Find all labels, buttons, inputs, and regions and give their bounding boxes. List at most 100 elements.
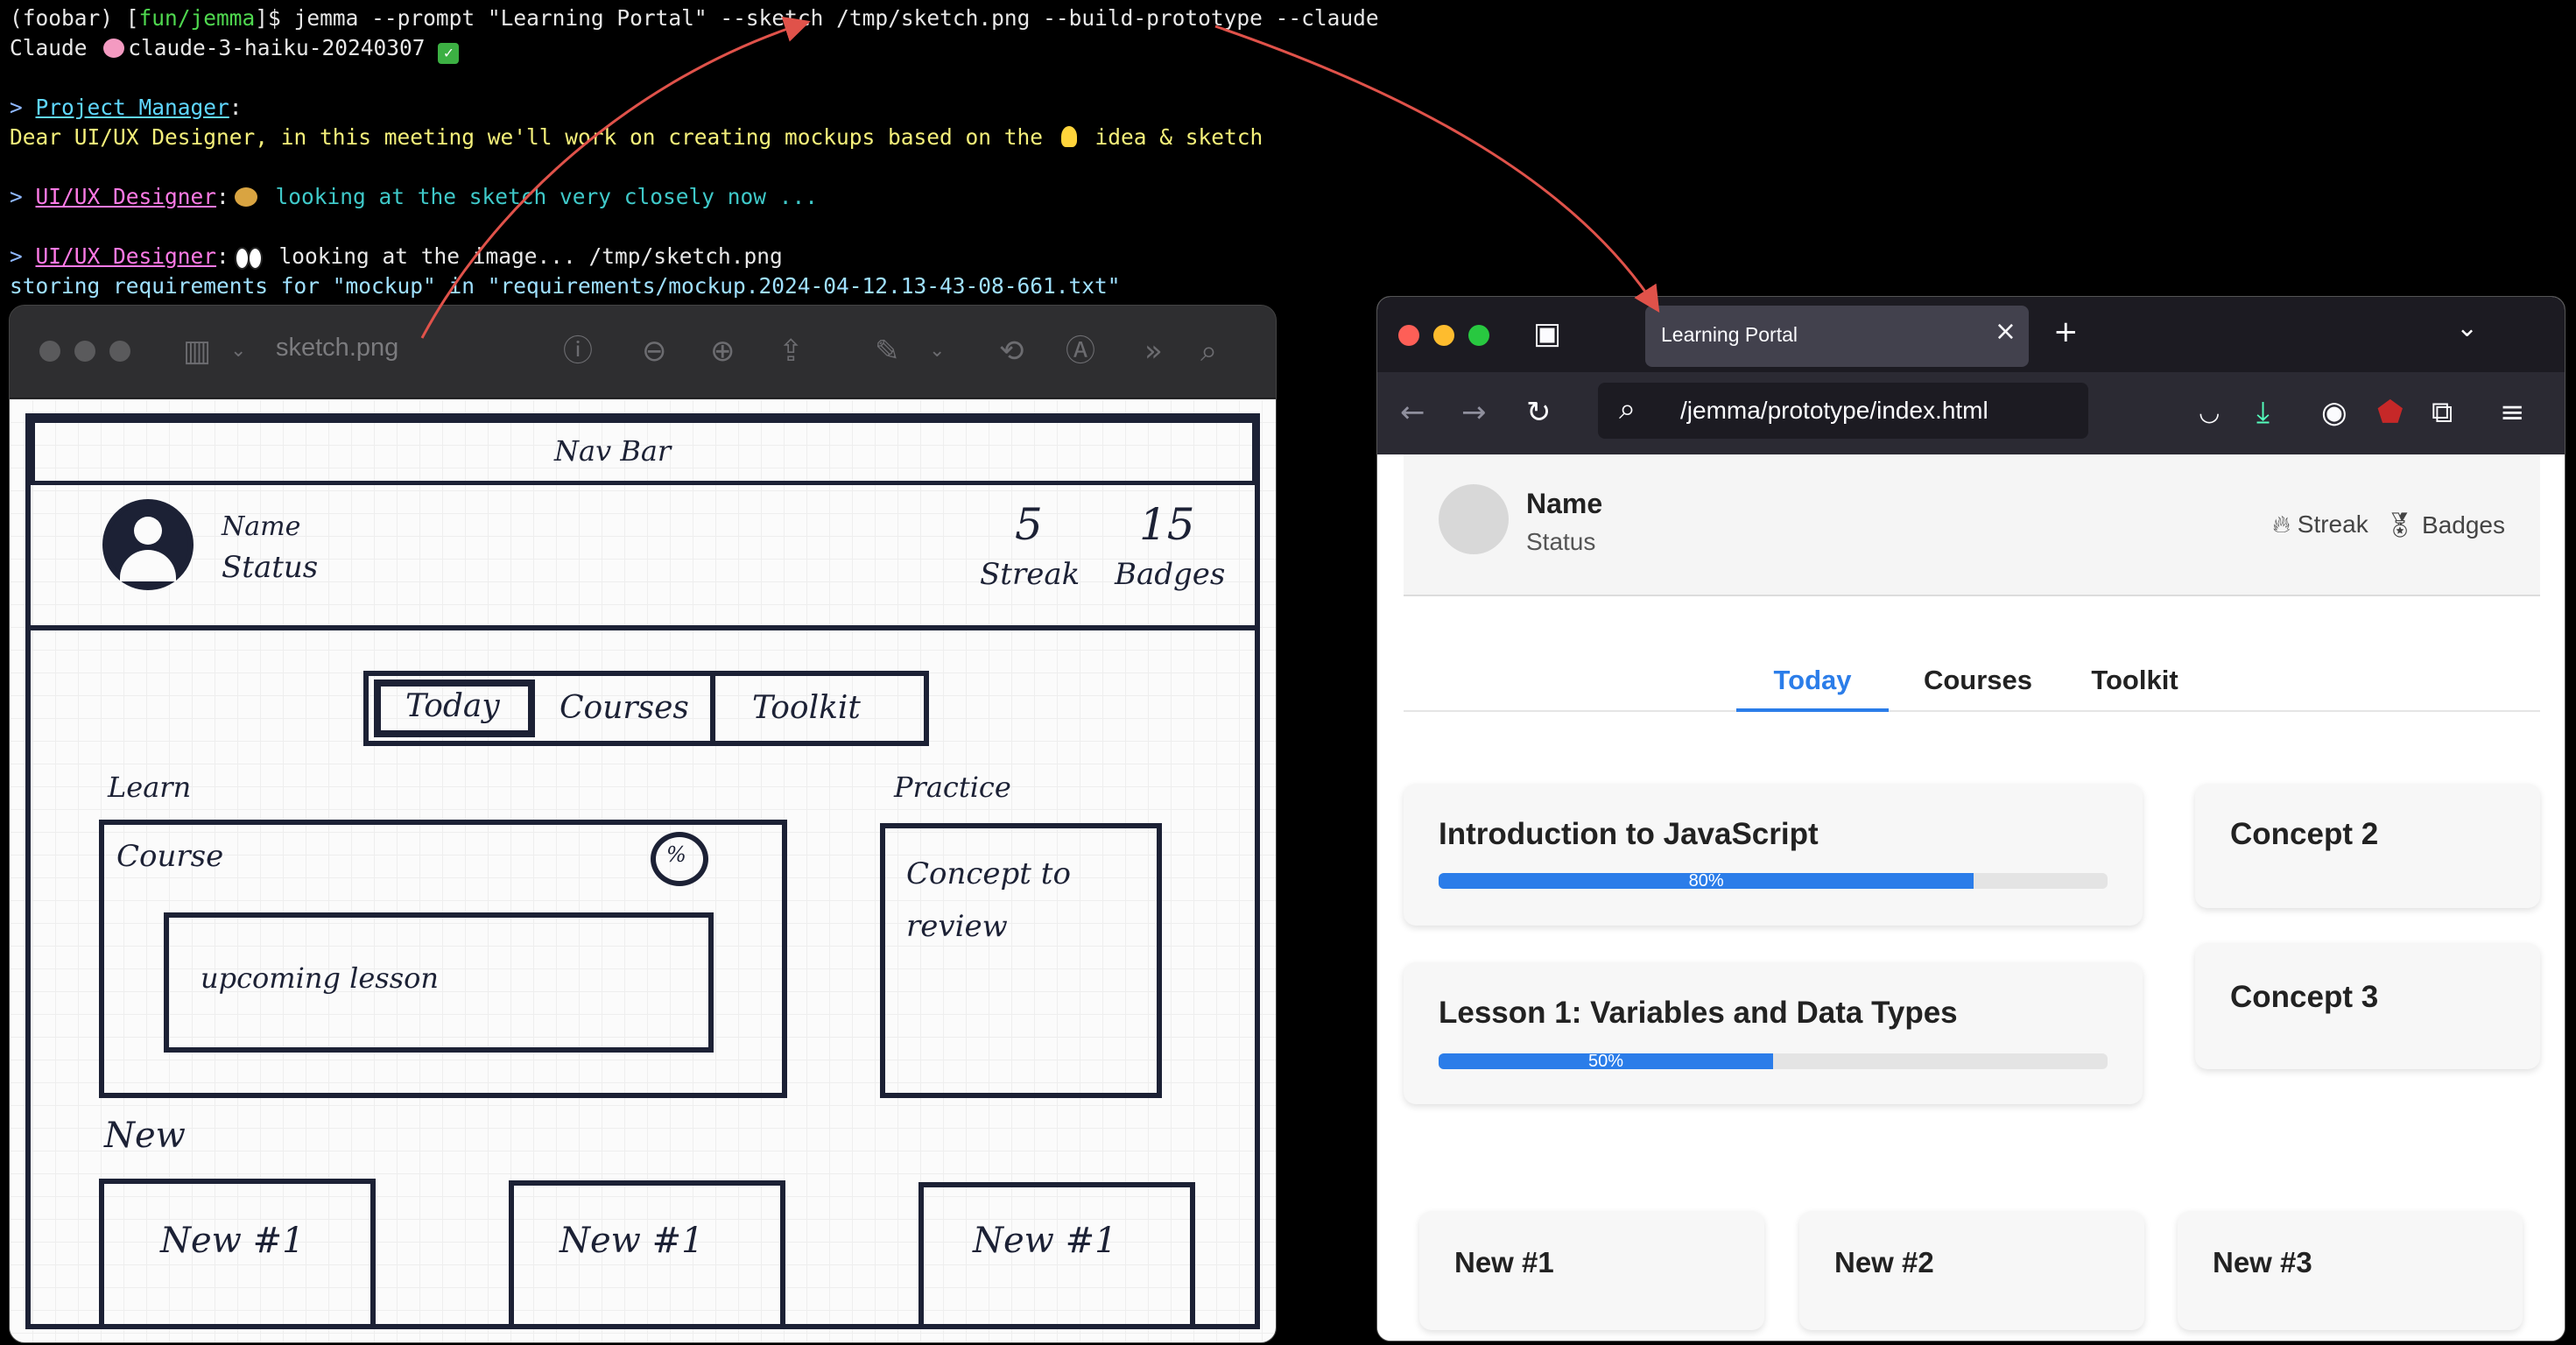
page-tabs: Today Courses Toolkit [1404, 654, 2540, 712]
sketch-image: Nav Bar Name Status 5 Streak 15 Badges T… [10, 399, 1276, 1342]
sketch-badges-value: 15 [1139, 499, 1195, 550]
preview-window[interactable]: ▥ ⌄ sketch.png ⓘ ⊖ ⊕ ⇪ ✎ ⌄ ⟲ Ⓐ » ⌕ Nav B… [9, 305, 1277, 1343]
lesson-progress-bar: 50% [1439, 1053, 2108, 1069]
sidebar-icon[interactable]: ▥ [183, 332, 211, 370]
new-card[interactable]: New #1 [1419, 1211, 1764, 1330]
lesson-title: Lesson 1: Variables and Data Types [1439, 996, 1958, 1030]
pocket-icon[interactable]: ◡ [2199, 395, 2220, 430]
menu-icon[interactable]: ≡ [2500, 395, 2525, 430]
chevron-down-icon[interactable]: ⌄ [929, 332, 945, 370]
close-tab-icon[interactable]: × [1995, 316, 2016, 347]
browser-window[interactable]: ▣ Learning Portal × + ⌄ ← → ↻ ◡ ⤓ ◉ ⬟ ⧉ … [1376, 296, 2565, 1341]
avatar [1439, 484, 1509, 554]
new-card[interactable]: New #2 [1799, 1211, 2144, 1330]
search-icon[interactable]: ⌕ [1200, 332, 1217, 370]
streak-label: Streak [2297, 511, 2368, 538]
sketch-new-label-1: New #1 [160, 1221, 305, 1261]
sketch-course-label: Course [116, 839, 224, 874]
rotate-icon[interactable]: ⟲ [999, 332, 1024, 370]
course-card[interactable]: Introduction to JavaScript 80% [1404, 784, 2143, 926]
zoom-window-button[interactable] [1468, 325, 1489, 346]
lesson-card[interactable]: Lesson 1: Variables and Data Types 50% [1404, 962, 2143, 1104]
eyes-icon [234, 247, 263, 270]
sketch-tab-courses-label: Courses [560, 690, 689, 726]
close-window-button[interactable] [39, 341, 60, 362]
sketch-profile-divider [31, 625, 1256, 630]
badge-icon: 🏅︎ [2383, 511, 2416, 539]
page-content: Name Status 🔥︎ Streak 🏅︎ Badges Today Co… [1377, 454, 2565, 1341]
markup-icon[interactable]: ✎ [875, 332, 900, 370]
chevron-down-icon[interactable]: ⌄ [2456, 311, 2478, 346]
search-icon: ⌕ [1619, 391, 1636, 426]
info-icon[interactable]: ⓘ [563, 332, 593, 370]
url-text[interactable]: /jemma/prototype/index.html [1680, 397, 1988, 425]
profile-stats: 🔥︎ Streak 🏅︎ Badges [2272, 511, 2505, 539]
new-card-title: New #3 [2213, 1246, 2312, 1278]
concept-title: Concept 3 [2230, 980, 2379, 1014]
account-icon[interactable]: ◉ [2321, 395, 2347, 430]
sketch-practice-heading: Practice [894, 771, 1011, 804]
lightbulb-icon [1060, 126, 1077, 147]
sketch-tab-today-label: Today [405, 688, 500, 724]
zoom-out-icon[interactable]: ⊖ [642, 332, 667, 370]
sketch-new-label-3: New #1 [973, 1221, 1117, 1261]
share-icon[interactable]: ⇪ [778, 332, 804, 370]
terminal-command-line: (foobar) [fun/jemma]$ jemma --prompt "Le… [10, 5, 1379, 31]
concept-card[interactable]: Concept 2 [2195, 784, 2540, 908]
close-window-button[interactable] [1398, 325, 1419, 346]
course-title: Introduction to JavaScript [1439, 817, 1819, 851]
forward-icon[interactable]: → [1461, 395, 1487, 430]
annotate-icon[interactable]: Ⓐ [1066, 332, 1095, 370]
tab-manager-icon[interactable]: ▣ [1533, 316, 1561, 351]
preview-toolbar: ▥ ⌄ sketch.png ⓘ ⊖ ⊕ ⇪ ✎ ⌄ ⟲ Ⓐ » ⌕ [10, 306, 1276, 398]
url-bar[interactable]: ⌕ /jemma/prototype/index.html [1598, 383, 2088, 439]
brain-icon [103, 39, 125, 58]
sketch-concept-line1: Concept to [906, 856, 1071, 891]
terminal-ux-line-1: > UI/UX Designer: looking at the sketch … [10, 184, 819, 209]
minimize-window-button[interactable] [74, 341, 95, 362]
new-tab-icon[interactable]: + [2053, 314, 2079, 349]
new-card[interactable]: New #3 [2178, 1211, 2523, 1330]
sketch-new-heading: New [104, 1116, 186, 1156]
new-card-title: New #2 [1834, 1246, 1934, 1278]
more-icon[interactable]: » [1144, 332, 1163, 370]
sketch-learn-heading: Learn [108, 771, 192, 804]
sketch-status: Status [222, 550, 319, 585]
tab-toolkit[interactable]: Toolkit [2078, 654, 2192, 712]
reload-icon[interactable]: ↻ [1526, 395, 1552, 430]
browser-tab[interactable]: Learning Portal × [1645, 306, 2029, 367]
terminal-model-line: Claude claude-3-haiku-20240307 ✓ [10, 33, 460, 64]
download-icon[interactable]: ⤓ [2256, 395, 2270, 430]
concept-card[interactable]: Concept 3 [2195, 943, 2540, 1069]
zoom-window-button[interactable] [109, 341, 130, 362]
sketch-nav-bar-label: Nav Bar [554, 434, 672, 468]
lesson-progress-label: 50% [1587, 1053, 1624, 1069]
preview-title: sketch.png [276, 334, 399, 362]
sketch-badges-label: Badges [1115, 557, 1226, 592]
profile-name: Name [1526, 488, 1603, 519]
ublock-icon[interactable]: ⬟ [2377, 395, 2404, 430]
tab-courses[interactable]: Courses [1910, 654, 2046, 712]
course-progress-bar: 80% [1439, 873, 2108, 889]
sketch-avatar [102, 499, 194, 590]
zoom-in-icon[interactable]: ⊕ [710, 332, 735, 370]
chevron-down-icon[interactable]: ⌄ [230, 332, 246, 370]
browser-tab-bar: ▣ Learning Portal × + ⌄ [1377, 297, 2565, 372]
terminal-pm-message: Dear UI/UX Designer, in this meeting we'… [10, 124, 1263, 150]
new-card-title: New #1 [1454, 1246, 1554, 1278]
badges-stat[interactable]: 🏅︎ Badges [2384, 511, 2505, 539]
minimize-window-button[interactable] [1433, 325, 1454, 346]
sketch-concept-line2: review [906, 909, 1008, 944]
terminal[interactable]: (foobar) [fun/jemma]$ jemma --prompt "Le… [0, 0, 2576, 315]
streak-stat[interactable]: 🔥︎ Streak [2272, 511, 2368, 539]
badges-label: Badges [2422, 511, 2505, 539]
profile-header: Name Status 🔥︎ Streak 🏅︎ Badges [1404, 454, 2540, 596]
sketch-upcoming-label: upcoming lesson [201, 961, 440, 995]
sketch-tab-toolkit-label: Toolkit [752, 690, 861, 726]
extensions-icon[interactable]: ⧉ [2432, 395, 2453, 430]
palette-icon [234, 187, 257, 207]
tab-today[interactable]: Today [1736, 654, 1889, 712]
back-icon[interactable]: ← [1400, 395, 1425, 430]
sketch-new-label-2: New #1 [560, 1221, 704, 1261]
terminal-ux-line-2: > UI/UX Designer: looking at the image..… [10, 243, 783, 270]
